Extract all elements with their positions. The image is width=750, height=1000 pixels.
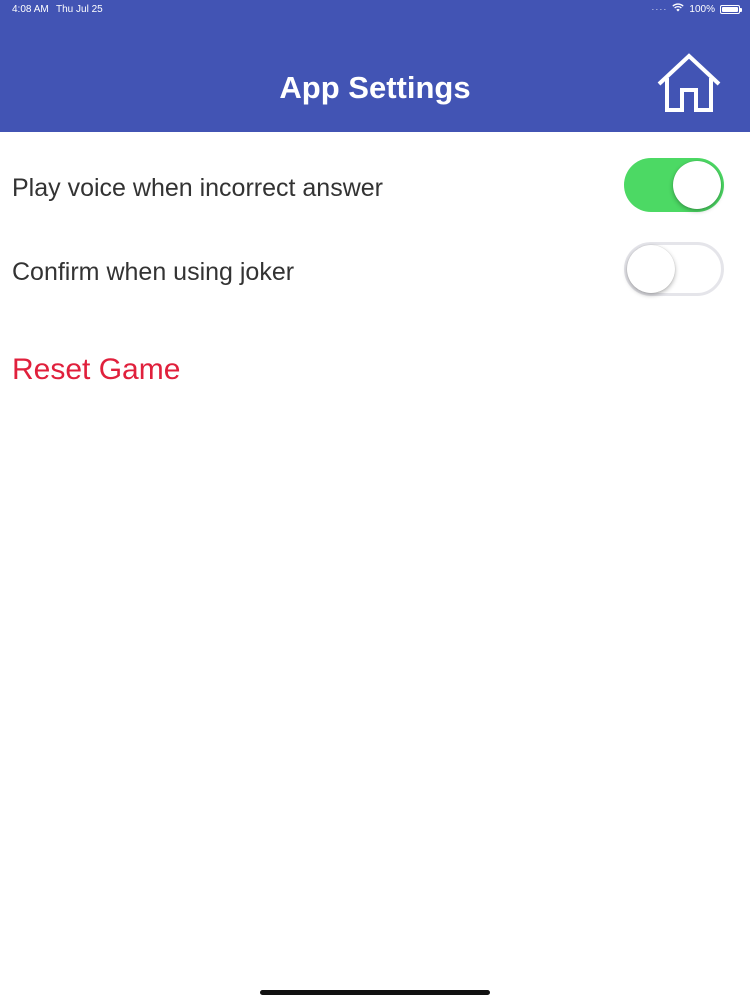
home-indicator[interactable]: [260, 990, 490, 995]
toggle-knob: [673, 161, 721, 209]
home-icon: [657, 53, 721, 112]
toggle-play-voice[interactable]: [624, 158, 724, 212]
reset-game-button[interactable]: Reset Game: [12, 350, 180, 390]
setting-label-confirm-joker: Confirm when using joker: [12, 258, 295, 286]
battery-icon: [720, 4, 742, 14]
setting-label-play-voice: Play voice when incorrect answer: [12, 174, 383, 202]
battery-fill: [722, 6, 738, 12]
wifi-icon: [672, 3, 685, 15]
battery-percent: 100%: [689, 3, 715, 15]
page-title: App Settings: [279, 70, 471, 105]
settings-screen: 4:08 AM Thu Jul 25 ···· 100% App Setting…: [0, 0, 750, 1000]
home-button[interactable]: [654, 52, 724, 114]
setting-row-confirm-joker: Confirm when using joker: [0, 242, 750, 302]
toggle-knob: [627, 245, 675, 293]
status-indicators: ···· 100%: [651, 3, 742, 15]
cellular-dots-icon: ····: [651, 4, 668, 14]
status-date: Thu Jul 25: [56, 4, 103, 15]
status-bar: 4:08 AM Thu Jul 25 ···· 100%: [0, 0, 750, 20]
status-time: 4:08 AM: [12, 4, 49, 15]
setting-row-play-voice: Play voice when incorrect answer: [0, 158, 750, 218]
toggle-confirm-joker[interactable]: [624, 242, 724, 296]
header-bar: 4:08 AM Thu Jul 25 ···· 100% App Setting…: [0, 0, 750, 132]
